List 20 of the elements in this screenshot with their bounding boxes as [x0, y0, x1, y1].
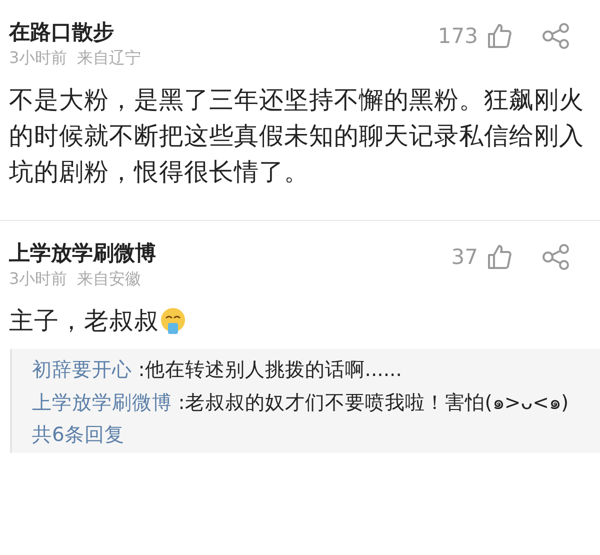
username[interactable]: 在路口散步 [9, 18, 438, 46]
thumbs-up-icon[interactable] [486, 22, 512, 50]
post-location: 来自安徽 [77, 268, 142, 290]
comment-text: 不是大粉，是黑了三年还坚持不懈的黑粉。狂飙刚火的时候就不断把这些真假未知的聊天记录私信给刚入坑的剧粉，恨得很长情了。 [9, 84, 585, 188]
reply-text: 初辞要开心 :他在转述别人挑拨的话啊...... [32, 357, 403, 383]
post-location: 来自辽宁 [77, 47, 142, 69]
emoji-icon [159, 307, 187, 335]
reply-author[interactable]: 初辞要开心 [32, 358, 132, 381]
post-time: 3小时前 [9, 268, 68, 290]
share-icon[interactable] [542, 244, 570, 270]
share-icon[interactable] [542, 23, 570, 49]
reply-author[interactable]: 上学放学刷微博 [32, 391, 172, 414]
like-count: 173 [438, 24, 478, 48]
reply-text: 上学放学刷微博 :老叔叔的奴才们不要喷我啦！害怕(๑>ᴗ<๑) [32, 390, 570, 416]
like-count: 37 [451, 245, 478, 269]
comment-text: 主子，老叔叔 [9, 303, 600, 339]
more-replies-link[interactable]: 共6条回复 [32, 419, 124, 451]
thumbs-up-icon[interactable] [486, 243, 512, 271]
username[interactable]: 上学放学刷微博 [9, 239, 452, 267]
post-time: 3小时前 [9, 47, 68, 69]
